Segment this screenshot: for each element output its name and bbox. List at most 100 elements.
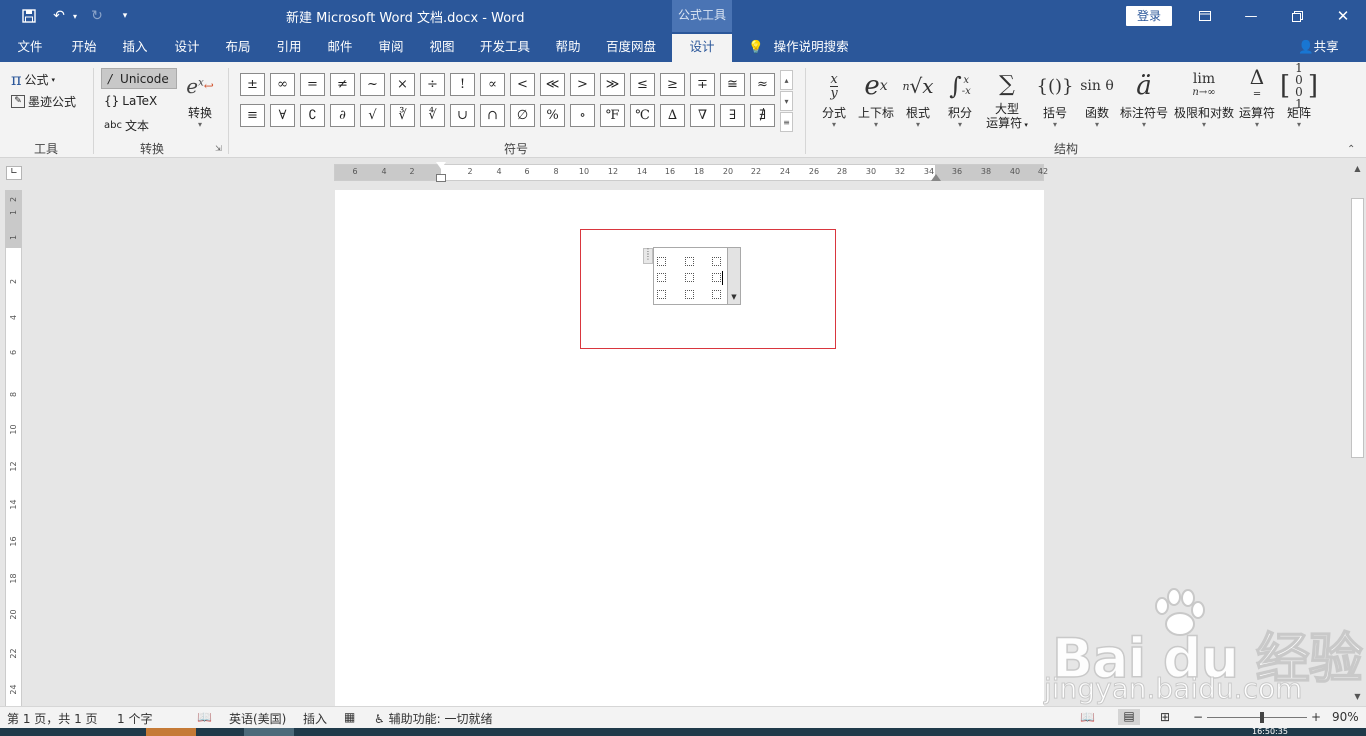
accent-button[interactable]: ä 标注符号 ▾ bbox=[1118, 66, 1170, 138]
insert-mode[interactable]: 插入 bbox=[303, 710, 327, 727]
symbol-button[interactable]: ∩ bbox=[480, 104, 505, 127]
symbol-button[interactable]: ∃ bbox=[720, 104, 745, 127]
macro-record-icon[interactable]: ▦ bbox=[344, 710, 355, 724]
zoom-slider[interactable] bbox=[1207, 712, 1307, 723]
symbol-button[interactable]: √ bbox=[360, 104, 385, 127]
symbol-button[interactable]: ≈ bbox=[750, 73, 775, 96]
matrix-cell-placeholder[interactable] bbox=[657, 257, 666, 266]
symbol-button[interactable]: ≤ bbox=[630, 73, 655, 96]
undo-icon[interactable]: ↶ bbox=[48, 6, 70, 26]
convert-button[interactable]: ex ↩ 转换 ▾ bbox=[180, 66, 220, 138]
matrix-cell-placeholder[interactable] bbox=[685, 257, 694, 266]
equation-options-dropdown-icon[interactable]: ▼ bbox=[727, 247, 741, 305]
close-icon[interactable]: ✕ bbox=[1320, 0, 1366, 32]
symbol-button[interactable]: ∜ bbox=[420, 104, 445, 127]
tab-view[interactable]: 视图 bbox=[420, 32, 464, 62]
symbol-button[interactable]: ≅ bbox=[720, 73, 745, 96]
matrix-cell-placeholder[interactable] bbox=[712, 290, 721, 299]
symbol-button[interactable]: ℉ bbox=[600, 104, 625, 127]
limit-log-button[interactable]: lim n→∞ 极限和对数 ▾ bbox=[1172, 66, 1236, 138]
latex-button[interactable]: {} LaTeX bbox=[104, 94, 157, 108]
symbol-button[interactable]: ∆ bbox=[660, 104, 685, 127]
tab-developer[interactable]: 开发工具 bbox=[474, 32, 536, 62]
matrix-cell-placeholder[interactable] bbox=[657, 273, 666, 282]
zoom-slider-thumb[interactable] bbox=[1260, 712, 1264, 723]
collapse-ribbon-icon[interactable]: ⌃ bbox=[1347, 144, 1355, 155]
read-mode-icon[interactable]: 📖 bbox=[1080, 710, 1095, 724]
tab-file[interactable]: 文件 bbox=[8, 32, 52, 62]
vertical-ruler[interactable] bbox=[5, 190, 22, 706]
save-icon[interactable] bbox=[18, 6, 40, 26]
symbol-button[interactable]: ≫ bbox=[600, 73, 625, 96]
tell-me-search[interactable]: 💡 操作说明搜索 bbox=[748, 32, 849, 62]
page-count[interactable]: 第 1 页，共 1 页 bbox=[7, 710, 98, 727]
sign-in-button[interactable]: 登录 bbox=[1126, 6, 1172, 26]
language-indicator[interactable]: 英语(美国) bbox=[229, 710, 286, 727]
tab-home[interactable]: 开始 bbox=[62, 32, 106, 62]
matrix-cell-placeholder[interactable] bbox=[712, 257, 721, 266]
tab-design[interactable]: 设计 bbox=[165, 32, 209, 62]
share-button[interactable]: 👤共享 bbox=[1298, 32, 1339, 62]
matrix-button[interactable]: [1 00 1] 矩阵 ▾ bbox=[1280, 62, 1318, 138]
restore-icon[interactable] bbox=[1274, 0, 1320, 32]
symbol-button[interactable]: ∀ bbox=[270, 104, 295, 127]
symbol-button[interactable]: ! bbox=[450, 73, 475, 96]
symbol-button[interactable]: ∂ bbox=[330, 104, 355, 127]
symbol-button[interactable]: ∛ bbox=[390, 104, 415, 127]
symbol-button[interactable]: ∝ bbox=[480, 73, 505, 96]
symbol-button[interactable]: ∓ bbox=[690, 73, 715, 96]
equation-button[interactable]: π 公式 ▾ bbox=[11, 70, 55, 89]
matrix-cell-placeholder[interactable] bbox=[657, 290, 666, 299]
symbol-button[interactable]: ℃ bbox=[630, 104, 655, 127]
symbol-button[interactable]: > bbox=[570, 73, 595, 96]
tab-mailings[interactable]: 邮件 bbox=[318, 32, 362, 62]
ribbon-display-options-icon[interactable] bbox=[1182, 0, 1228, 32]
function-button[interactable]: sin θ 函数 ▾ bbox=[1078, 66, 1116, 138]
gallery-scroll-up-icon[interactable]: ▴ bbox=[780, 70, 793, 90]
matrix-cell-placeholder[interactable] bbox=[685, 290, 694, 299]
taskbar-app-icon[interactable] bbox=[146, 728, 196, 736]
equation-drag-handle-icon[interactable]: ⋮ ⋮ bbox=[643, 248, 653, 264]
symbol-button[interactable]: ∇ bbox=[690, 104, 715, 127]
symbol-button[interactable]: ≪ bbox=[540, 73, 565, 96]
radical-button[interactable]: n √x 根式 ▾ bbox=[900, 66, 936, 138]
accessibility-status[interactable]: ♿ 辅助功能: 一切就绪 bbox=[374, 710, 492, 727]
symbol-button[interactable]: < bbox=[510, 73, 535, 96]
symbol-button[interactable]: ∘ bbox=[570, 104, 595, 127]
tab-selector-icon[interactable]: ∟ bbox=[6, 166, 22, 180]
tab-insert[interactable]: 插入 bbox=[113, 32, 157, 62]
symbol-button[interactable]: ∄ bbox=[750, 104, 775, 127]
symbol-button[interactable]: ÷ bbox=[420, 73, 445, 96]
symbol-button[interactable]: ~ bbox=[360, 73, 385, 96]
tab-equation-design[interactable]: 设计 bbox=[672, 34, 732, 62]
customize-qat-icon[interactable]: ▾ bbox=[118, 6, 132, 26]
tab-layout[interactable]: 布局 bbox=[216, 32, 260, 62]
symbol-button[interactable]: ∁ bbox=[300, 104, 325, 127]
tab-baidu-netdisk[interactable]: 百度网盘 bbox=[600, 32, 662, 62]
proofing-icon[interactable]: 📖 bbox=[197, 710, 212, 724]
matrix-cell-placeholder[interactable] bbox=[712, 273, 721, 282]
redo-icon[interactable]: ↻ bbox=[86, 6, 108, 26]
fraction-button[interactable]: xy 分式 ▾ bbox=[816, 66, 852, 138]
ink-equation-button[interactable]: ✎ 墨迹公式 bbox=[11, 93, 76, 110]
unicode-button[interactable]: / Unicode bbox=[101, 68, 177, 89]
bracket-button[interactable]: {()} 括号 ▾ bbox=[1036, 66, 1074, 138]
operator-button[interactable]: Δ ═ 运算符 ▾ bbox=[1238, 66, 1276, 138]
print-layout-icon[interactable]: ▤ bbox=[1118, 709, 1140, 725]
first-line-indent-marker[interactable] bbox=[436, 162, 446, 169]
symbol-button[interactable]: × bbox=[390, 73, 415, 96]
symbol-button[interactable]: ± bbox=[240, 73, 265, 96]
symbol-button[interactable]: ∅ bbox=[510, 104, 535, 127]
dialog-launcher-icon[interactable]: ⇲ bbox=[215, 144, 222, 153]
scrollbar-thumb[interactable] bbox=[1351, 198, 1364, 458]
symbol-button[interactable]: % bbox=[540, 104, 565, 127]
hanging-indent-marker[interactable] bbox=[436, 174, 446, 182]
tab-help[interactable]: 帮助 bbox=[546, 32, 590, 62]
word-count[interactable]: 1 个字 bbox=[117, 710, 152, 727]
gallery-scroll-down-icon[interactable]: ▾ bbox=[780, 91, 793, 111]
minimize-icon[interactable]: — bbox=[1228, 0, 1274, 32]
tab-references[interactable]: 引用 bbox=[267, 32, 311, 62]
matrix-cell-placeholder[interactable] bbox=[685, 273, 694, 282]
script-button[interactable]: ex 上下标 ▾ bbox=[854, 66, 898, 138]
undo-dropdown-icon[interactable]: ▾ bbox=[70, 6, 80, 26]
